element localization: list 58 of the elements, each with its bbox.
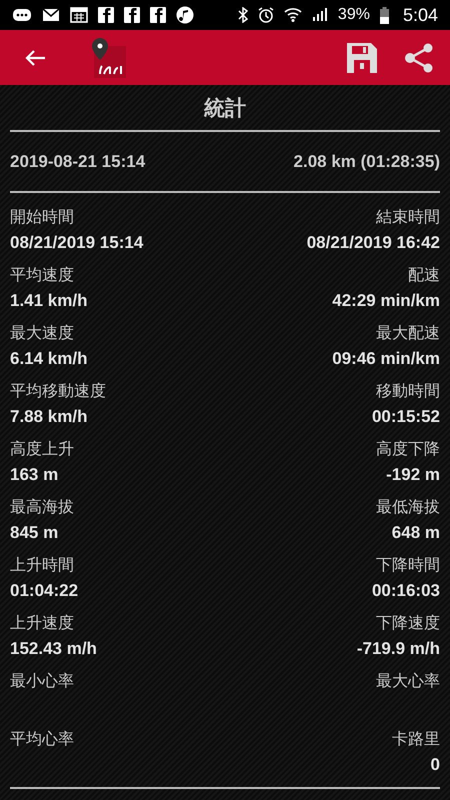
stat-value: 1.41 km/h [10,291,88,311]
music-note-icon [176,6,194,24]
stat-label: 高度下降 [376,440,440,460]
stat-value: 01:04:22 [10,581,78,601]
battery-percentage: 39% [338,6,370,24]
stat-label: 最大配速 [376,324,440,344]
app-icon [150,7,166,23]
stat-label: 結束時間 [376,208,440,228]
share-icon[interactable] [403,42,435,72]
app-icon [98,7,114,23]
stat-value: 648 m [392,523,440,543]
chat-icon [12,8,32,22]
bluetooth-icon [238,7,248,23]
stat-label: 卡路里 [392,730,440,750]
signal-icon [312,8,328,22]
stat-label: 上升速度 [10,614,74,634]
stat-label: 上升時間 [10,556,74,576]
stat-label: 平均移動速度 [10,382,106,402]
stat-value: 845 m [10,523,58,543]
wifi-icon [284,7,302,23]
stat-label: 配速 [408,266,440,286]
stat-value: -719.9 m/h [356,639,440,659]
stat-value: 163 m [10,465,58,485]
stat-label: 下降速度 [376,614,440,634]
stat-label: 平均心率 [10,730,74,750]
clock: 5:04 [402,4,438,26]
stat-value: 09:46 min/km [332,349,440,369]
stat-label: 最高海拔 [10,498,74,518]
stat-value: 0 [430,755,440,775]
stat-label: 最低海拔 [376,498,440,518]
back-arrow-icon[interactable] [24,48,46,66]
stat-label: 最大心率 [376,672,440,692]
stat-value: 152.43 m/h [10,639,97,659]
stat-label: 高度上升 [10,440,74,460]
stat-value: 08/21/2019 16:42 [306,233,440,253]
stat-label: 最大速度 [10,324,74,344]
stat-value: 42:29 min/km [332,291,440,311]
calendar-icon [70,7,88,23]
stat-value: -192 m [386,465,440,485]
track-start-time: 2019-08-21 15:14 [10,152,146,172]
map-pin-logo-icon [90,38,126,78]
stat-label: 移動時間 [376,382,440,402]
stat-value: 6.14 km/h [10,349,88,369]
stat-label: 下降時間 [376,556,440,576]
alarm-icon [258,7,274,23]
stat-label: 平均速度 [10,266,74,286]
stat-label: 最小心率 [10,672,74,692]
track-distance-duration: 2.08 km (01:28:35) [294,152,440,172]
save-icon[interactable] [347,42,377,72]
stat-value: 00:15:52 [372,407,440,427]
stat-value: 00:16:03 [372,581,440,601]
app-icon [124,7,140,23]
battery-icon [380,6,389,24]
stat-label: 開始時間 [10,208,74,228]
stat-value: 7.88 km/h [10,407,88,427]
page-title: 統計 [203,96,247,122]
mail-icon [42,8,60,22]
stat-value: 08/21/2019 15:14 [10,233,144,253]
